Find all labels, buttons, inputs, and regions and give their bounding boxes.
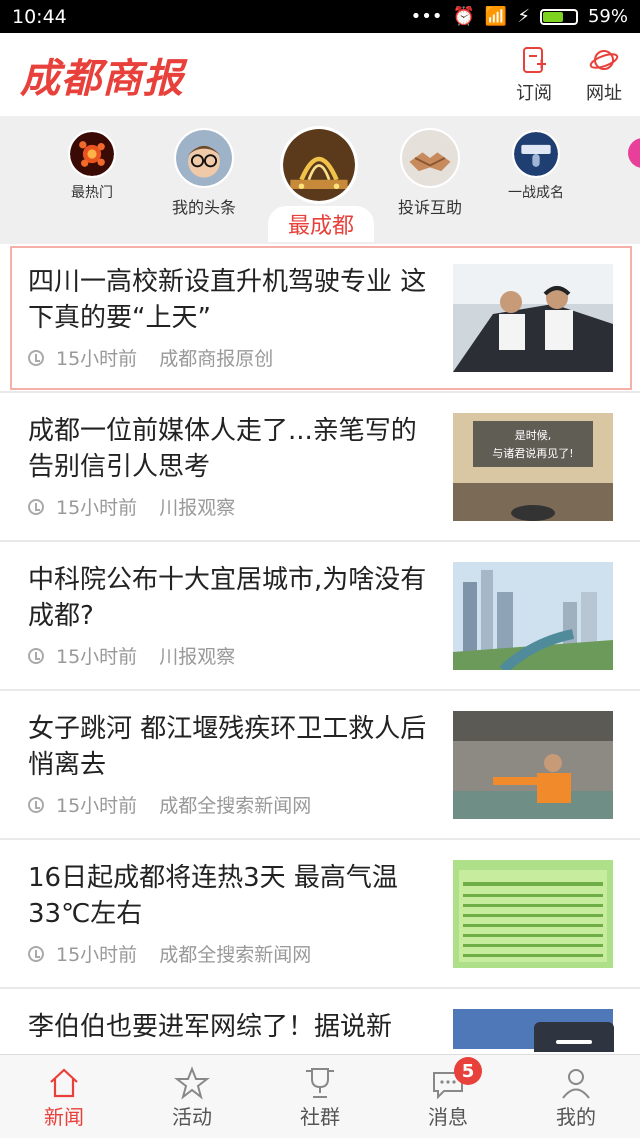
news-source: 川报观察 — [159, 646, 236, 668]
news-source: 成都全搜索新闻网 — [159, 795, 312, 817]
fireworks-icon — [68, 130, 116, 178]
unread-badge: 5 — [454, 1057, 482, 1085]
channel-my-headlines[interactable]: 我的头条 — [172, 128, 236, 218]
app-logo: 成都商报 — [20, 54, 184, 102]
tab-activity[interactable]: 活动 — [128, 1055, 256, 1138]
subscribe-label: 订阅 — [516, 82, 552, 104]
tab-news[interactable]: 新闻 — [0, 1055, 128, 1138]
charging-icon: ⚡ — [517, 6, 530, 27]
thumb-text-line2: 与诸君说再见了! — [492, 446, 573, 460]
thumb-text-line1: 是时候, — [515, 428, 552, 442]
website-button[interactable]: 网址 — [586, 45, 622, 105]
person-icon — [562, 1069, 590, 1099]
news-time: 15小时前 — [56, 944, 138, 966]
news-thumbnail: 是时候, 与诸君说再见了! — [453, 413, 613, 521]
avatar-kid-icon — [174, 128, 234, 188]
tab-messages[interactable]: 消息 5 — [384, 1055, 512, 1138]
news-list: 四川一高校新设直升机驾驶专业 这下真的要“上天” 15小时前 成都商报原创 成都… — [0, 244, 640, 1049]
channel-label: 一战成名 — [508, 185, 564, 201]
news-source: 川报观察 — [159, 497, 236, 519]
channel-next-partial[interactable] — [628, 138, 640, 168]
news-item[interactable]: 成都一位前媒体人走了...亲笔写的告别信引人思考 15小时前 川报观察 是时候,… — [0, 393, 640, 542]
news-time: 15小时前 — [56, 497, 138, 519]
more-dots-icon: ••• — [410, 6, 443, 27]
tab-label: 社群 — [300, 1105, 340, 1129]
scroll-handle-button[interactable] — [534, 1022, 614, 1052]
tab-community[interactable]: 社群 — [256, 1055, 384, 1138]
tab-profile[interactable]: 我的 — [512, 1055, 640, 1138]
microphone-badge-icon — [512, 130, 560, 178]
news-thumbnail — [453, 264, 613, 372]
status-bar: 10:44 ••• ⏰ 📶 ⚡ 59% — [0, 0, 640, 33]
bottom-tab-bar: 新闻 活动 社群 消息 5 我的 — [0, 1054, 640, 1138]
channel-hot[interactable]: 最热门 — [68, 130, 116, 202]
tab-label: 活动 — [172, 1105, 212, 1129]
clock-icon — [28, 647, 44, 664]
news-source: 成都商报原创 — [159, 348, 274, 370]
news-item[interactable]: 中科院公布十大宜居城市,为啥没有成都? 15小时前 川报观察 — [0, 542, 640, 691]
news-thumbnail — [453, 860, 613, 968]
tab-label: 新闻 — [44, 1105, 84, 1129]
news-thumbnail — [453, 711, 613, 819]
battery-percent: 59% — [587, 6, 628, 27]
channel-chengdu[interactable] — [280, 126, 358, 204]
status-icons: ••• ⏰ 📶 ⚡ 59% — [411, 6, 628, 27]
tab-label: 消息 — [428, 1105, 468, 1129]
city-landmark-icon — [280, 126, 358, 204]
subscribe-icon — [523, 46, 546, 73]
news-item[interactable]: 16日起成都将连热3天 最高气温33℃左右 15小时前 成都全搜索新闻网 — [0, 840, 640, 989]
news-meta: 15小时前 成都商报原创 — [28, 344, 273, 371]
wifi-icon: 📶 — [484, 6, 508, 27]
trophy-icon — [306, 1068, 334, 1098]
news-meta: 15小时前 成都全搜索新闻网 — [28, 940, 311, 967]
news-meta: 15小时前 川报观察 — [28, 642, 235, 669]
status-time: 10:44 — [12, 5, 67, 28]
channel-complaints[interactable]: 投诉互助 — [398, 128, 462, 218]
planet-icon — [589, 49, 619, 70]
clock-icon — [28, 796, 44, 813]
handshake-icon — [400, 128, 460, 188]
news-title: 女子跳河 都江堰残疾环卫工救人后悄离去 — [28, 714, 427, 780]
alarm-icon: ⏰ — [452, 6, 475, 27]
app-header: 成都商报 订阅 网址 — [0, 33, 640, 116]
website-label: 网址 — [586, 82, 622, 104]
news-thumbnail — [453, 562, 613, 670]
news-title: 李伯伯也要进军网综了！据说新 — [28, 1012, 393, 1042]
news-item[interactable]: 四川一高校新设直升机驾驶专业 这下真的要“上天” 15小时前 成都商报原创 — [0, 244, 640, 393]
star-icon — [174, 1066, 210, 1100]
clock-icon — [28, 945, 44, 962]
subscribe-button[interactable]: 订阅 — [516, 45, 552, 105]
news-title: 四川一高校新设直升机驾驶专业 这下真的要“上天” — [28, 267, 427, 333]
channel-label: 我的头条 — [172, 198, 237, 217]
channel-label: 投诉互助 — [398, 198, 463, 217]
channel-label: 最热门 — [71, 185, 113, 201]
news-time: 15小时前 — [56, 795, 138, 817]
tab-label: 我的 — [556, 1105, 596, 1129]
battery-icon — [539, 8, 578, 25]
news-title: 成都一位前媒体人走了...亲笔写的告别信引人思考 — [28, 416, 417, 482]
news-source: 成都全搜索新闻网 — [159, 944, 312, 966]
news-item[interactable]: 女子跳河 都江堰残疾环卫工救人后悄离去 15小时前 成都全搜索新闻网 — [0, 691, 640, 840]
news-title: 16日起成都将连热3天 最高气温33℃左右 — [28, 863, 398, 929]
news-meta: 15小时前 成都全搜索新闻网 — [28, 791, 311, 818]
news-title: 中科院公布十大宜居城市,为啥没有成都? — [28, 565, 427, 631]
channel-chengdu-label[interactable]: 最成都 — [268, 206, 374, 242]
clock-icon — [28, 349, 44, 366]
news-time: 15小时前 — [56, 646, 138, 668]
news-meta: 15小时前 川报观察 — [28, 493, 235, 520]
clock-icon — [28, 498, 44, 515]
home-icon — [50, 1068, 78, 1098]
news-time: 15小时前 — [56, 348, 138, 370]
channel-famous[interactable]: 一战成名 — [508, 130, 564, 202]
